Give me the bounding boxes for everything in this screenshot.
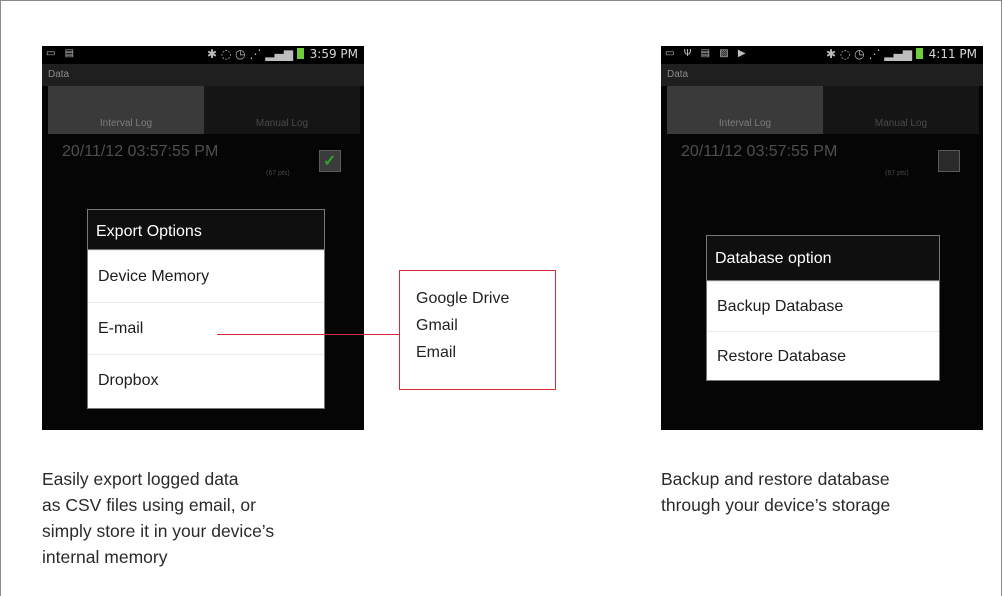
tab-bar: Interval Log Manual Log <box>667 86 979 134</box>
caption-line: simply store it in your device’s <box>42 521 275 541</box>
battery-icon <box>915 48 923 59</box>
log-entry-checkbox[interactable] <box>938 150 960 172</box>
signal-icon: ▂▄▆ <box>884 47 912 61</box>
callout-gmail: Gmail <box>416 317 458 334</box>
checkmark-icon: ✓ <box>323 153 337 170</box>
log-entry-checkbox[interactable]: ✓ <box>319 150 341 172</box>
tab-manual-log[interactable]: Manual Log <box>204 86 360 134</box>
backup-caption: Backup and restore database through your… <box>661 466 991 518</box>
caption-line: Easily export logged data <box>42 469 239 489</box>
option-email[interactable]: E-mail <box>88 302 324 354</box>
right-phone-screenshot: ▭ Ψ ▤ ▨ ▶ ✱ ◌ ◷ ⋰ ▂▄▆ 4:11 PM Data Inter… <box>661 46 983 430</box>
mute-icon: ◌ <box>220 47 232 61</box>
email-options-callout: Google Drive Gmail Email <box>399 270 556 390</box>
log-entry-timestamp[interactable]: 20/11/12 03:57:55 PM <box>62 143 218 161</box>
app-title: Data <box>42 64 364 86</box>
caption-line: as CSV files using email, or <box>42 495 256 515</box>
bluetooth-icon: ✱ <box>206 47 218 61</box>
left-phone-screenshot: ▭ ▤ ✱ ◌ ◷ ⋰ ▂▄▆ 3:59 PM Data Interval Lo… <box>42 46 364 430</box>
tab-interval-log[interactable]: Interval Log <box>667 86 823 134</box>
status-time: 3:59 PM <box>309 47 358 61</box>
alarm-icon: ◷ <box>235 47 246 61</box>
status-icons: ✱ ◌ ◷ ⋰ ▂▄▆ 3:59 PM <box>207 47 358 61</box>
callout-email: Email <box>416 344 457 361</box>
notification-icons: ▭ Ψ ▤ ▨ ▶ <box>665 48 749 59</box>
caption-line: internal memory <box>42 547 168 567</box>
dialog-title: Export Options <box>88 210 324 250</box>
log-entry-points: (67 pts) <box>885 170 909 177</box>
log-entry-points: (67 pts) <box>266 170 290 177</box>
option-dropbox[interactable]: Dropbox <box>88 354 324 406</box>
export-caption: Easily export logged data as CSV files u… <box>42 466 342 570</box>
status-bar: ▭ Ψ ▤ ▨ ▶ ✱ ◌ ◷ ⋰ ▂▄▆ 4:11 PM <box>661 46 983 64</box>
notification-icons: ▭ ▤ <box>46 48 78 59</box>
option-backup-database[interactable]: Backup Database <box>707 281 939 331</box>
mute-icon: ◌ <box>839 47 851 61</box>
battery-icon <box>296 48 304 59</box>
caption-line: Backup and restore database <box>661 469 890 489</box>
wifi-icon: ⋰ <box>249 47 262 61</box>
status-icons: ✱ ◌ ◷ ⋰ ▂▄▆ 4:11 PM <box>826 47 977 61</box>
caption-line: through your device’s storage <box>661 495 891 515</box>
bluetooth-icon: ✱ <box>825 47 837 61</box>
callout-connector-line <box>217 334 399 335</box>
export-options-dialog: Export Options Device Memory E-mail Drop… <box>87 209 325 409</box>
dialog-title: Database option <box>707 236 939 281</box>
status-time: 4:11 PM <box>928 47 977 61</box>
database-option-dialog: Database option Backup Database Restore … <box>706 235 940 381</box>
log-entry-timestamp[interactable]: 20/11/12 03:57:55 PM <box>681 143 837 161</box>
alarm-icon: ◷ <box>854 47 865 61</box>
callout-google-drive: Google Drive <box>416 290 510 307</box>
signal-icon: ▂▄▆ <box>265 47 293 61</box>
tab-bar: Interval Log Manual Log <box>48 86 360 134</box>
tab-interval-log[interactable]: Interval Log <box>48 86 204 134</box>
tab-manual-log[interactable]: Manual Log <box>823 86 979 134</box>
option-restore-database[interactable]: Restore Database <box>707 331 939 381</box>
app-title: Data <box>661 64 983 86</box>
status-bar: ▭ ▤ ✱ ◌ ◷ ⋰ ▂▄▆ 3:59 PM <box>42 46 364 64</box>
wifi-icon: ⋰ <box>868 47 881 61</box>
option-device-memory[interactable]: Device Memory <box>88 250 324 302</box>
